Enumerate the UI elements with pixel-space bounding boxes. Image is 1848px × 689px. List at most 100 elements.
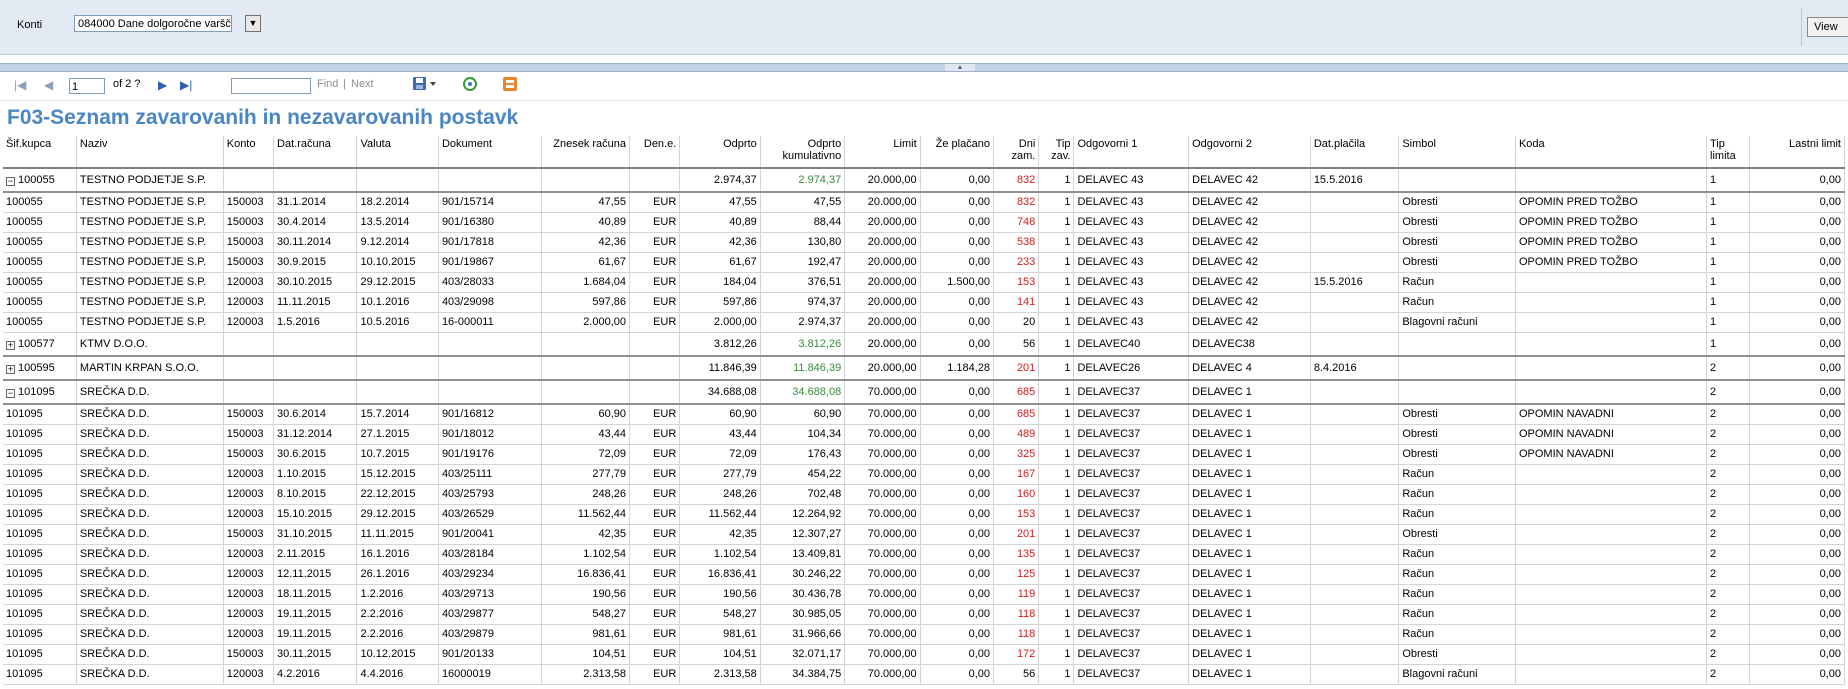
cell-naziv: SREČKA D.D. [76,604,224,625]
cell-naziv: SREČKA D.D. [76,504,224,525]
cell-naziv: KTMV D.O.O. [76,332,224,357]
collapse-toggle-icon[interactable]: − [6,389,15,398]
cell-znesek: 40,89 [541,212,631,233]
cell-limit: 70.000,00 [844,624,921,645]
cell-valuta: 10.12.2015 [356,644,439,665]
cell-odg1: DELAVEC37 [1073,564,1190,585]
cell-konto: 120003 [223,544,275,565]
cell-naziv: SREČKA D.D. [76,380,224,405]
cell-konto: 150003 [223,192,275,213]
prev-page-icon[interactable]: ◀ [44,78,53,92]
first-page-icon[interactable]: |◀ [14,78,26,92]
cell-datplac [1310,404,1400,425]
cell-koda: OPOMIN PRED TOŽBO [1515,192,1708,213]
cell-zeplac: 0,00 [920,404,995,425]
cell-odprto: 184,04 [679,272,761,293]
cell-sif: 101095 [3,644,77,665]
cell-naziv: TESTNO PODJETJE S.P. [76,192,224,213]
cell-odprto: 16.836,41 [679,564,761,585]
last-page-icon[interactable]: ▶| [180,78,192,92]
cell-tip: 1 [1038,312,1075,333]
collapse-toggle-icon[interactable]: − [6,177,15,186]
cell-datrac: 11.11.2015 [273,292,358,313]
parameter-splitter[interactable]: ▲ [0,63,1848,72]
cell-naziv: SREČKA D.D. [76,444,224,465]
cell-datplac [1310,444,1400,465]
chevron-down-icon[interactable]: ▼ [245,15,261,32]
cell-limit: 20.000,00 [844,292,921,313]
cell-dni: 167 [993,464,1040,485]
cell-zeplac: 0,00 [920,252,995,273]
cell-simbol: Obresti [1398,404,1516,425]
cell-odg2: DELAVEC 1 [1188,624,1311,645]
expand-toggle-icon[interactable]: + [6,365,15,374]
cell-lastni: 0,00 [1749,292,1845,313]
view-report-button[interactable]: View [1807,17,1848,37]
cell-dni: 56 [993,332,1040,357]
page-number-input[interactable]: 1 [69,78,105,94]
cell-dene: EUR [629,604,681,625]
cell-koda [1515,524,1708,545]
cell-odg1: DELAVEC 43 [1073,312,1190,333]
cell-datrac: 4.2.2016 [273,664,358,685]
cell-odkum: 192,47 [760,252,846,273]
cell-zeplac: 0,00 [920,192,995,213]
print-icon[interactable] [502,76,518,95]
collapse-arrow-icon[interactable]: ▲ [945,64,975,71]
cell-naziv: SREČKA D.D. [76,624,224,645]
export-save-icon[interactable] [411,75,437,96]
cell-tip: 1 [1038,168,1075,193]
cell-simbol: Račun [1398,564,1516,585]
cell-sif: 101095 [3,624,77,645]
cell-limit: 70.000,00 [844,504,921,525]
cell-odprto: 61,67 [679,252,761,273]
cell-limit: 20.000,00 [844,332,921,357]
konti-select[interactable]: 084000 Dane dolgoročne varščin [74,15,232,32]
cell-dok: 901/17818 [438,232,542,253]
find-input[interactable] [231,78,311,94]
cell-valuta: 10.10.2015 [356,252,439,273]
cell-limit: 20.000,00 [844,232,921,253]
cell-odprto: 11.562,44 [679,504,761,525]
cell-odkum: 3.812,26 [760,332,846,357]
cell-dene: EUR [629,664,681,685]
cell-koda [1515,504,1708,525]
cell-datrac: 12.11.2015 [273,564,358,585]
cell-valuta: 29.12.2015 [356,272,439,293]
expand-toggle-icon[interactable]: + [6,340,15,350]
cell-sif: 101095 [3,484,77,505]
cell-naziv: SREČKA D.D. [76,424,224,445]
cell-tiplim: 1 [1706,272,1751,293]
group-row: −101095 SREČKA D.D. 34.688,08 34.688,08 70.0… [3,380,1845,405]
column-header-tiplim: Tip limita [1706,136,1751,169]
cell-dok: 403/29879 [438,624,542,645]
cell-odg2: DELAVEC 1 [1188,484,1311,505]
cell-odprto: 11.846,39 [679,356,761,381]
cell-datrac: 8.10.2015 [273,484,358,505]
cell-naziv: TESTNO PODJETJE S.P. [76,272,224,293]
cell-zeplac: 0,00 [920,292,995,313]
cell-konto: 150003 [223,252,275,273]
cell-konto: 150003 [223,644,275,665]
table-row: 101095 SREČKA D.D. 150003 31.10.2015 11.11.2… [3,524,1845,545]
cell-valuta: 1.2.2016 [356,584,439,605]
cell-odkum: 34.688,08 [760,380,846,405]
next-link[interactable]: Next [351,78,374,90]
cell-znesek: 1.102,54 [541,544,631,565]
cell-zeplac: 0,00 [920,168,995,193]
cell-datrac: 31.1.2014 [273,192,358,213]
cell-datplac [1310,544,1400,565]
cell-dni: 325 [993,444,1040,465]
column-header-dni: Dni zam. [993,136,1040,169]
report-title: F03-Seznam zavarovanih in nezavarovanih … [7,106,519,129]
refresh-icon[interactable] [462,76,478,95]
next-page-icon[interactable]: ▶ [158,78,167,92]
cell-zeplac: 0,00 [920,644,995,665]
find-link[interactable]: Find [317,78,338,90]
column-header-koda: Koda [1515,136,1708,169]
cell-dni: 685 [993,380,1040,405]
cell-valuta: 10.5.2016 [356,312,439,333]
cell-koda: OPOMIN PRED TOŽBO [1515,212,1708,233]
cell-simbol: Račun [1398,604,1516,625]
cell-koda [1515,464,1708,485]
